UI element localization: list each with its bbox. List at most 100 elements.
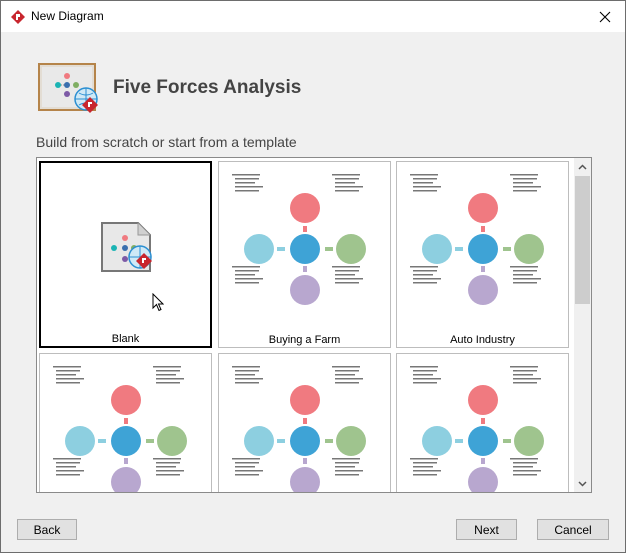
diagram-type-title: Five Forces Analysis xyxy=(113,77,302,98)
text-line xyxy=(156,374,176,376)
window-title: New Diagram xyxy=(31,9,104,23)
text-line xyxy=(413,374,433,376)
text-line xyxy=(513,378,541,380)
text-line xyxy=(156,474,180,476)
text-line xyxy=(335,374,355,376)
text-line xyxy=(513,270,537,272)
text-line xyxy=(235,378,263,380)
text-line xyxy=(513,474,537,476)
text-line xyxy=(513,370,537,372)
text-line xyxy=(56,382,80,384)
text-line xyxy=(232,174,260,176)
text-line xyxy=(510,266,538,268)
text-line xyxy=(332,174,360,176)
text-line xyxy=(335,370,359,372)
text-line xyxy=(513,466,533,468)
text-line xyxy=(56,474,80,476)
force-node-left xyxy=(422,426,452,456)
five-forces-thumbnail xyxy=(232,174,366,305)
text-line xyxy=(410,266,438,268)
vertical-scrollbar[interactable] xyxy=(574,158,591,492)
text-line xyxy=(153,366,181,368)
text-line xyxy=(335,182,355,184)
text-line xyxy=(335,378,363,380)
text-line xyxy=(413,282,437,284)
text-line xyxy=(335,278,363,280)
text-line xyxy=(413,278,441,280)
text-line xyxy=(335,462,359,464)
text-line xyxy=(156,370,180,372)
scroll-up-button[interactable] xyxy=(574,158,591,175)
force-node-bottom xyxy=(290,467,320,492)
new-diagram-dialog: New Diagram Five Forces Analysis Build f… xyxy=(0,0,626,553)
text-line xyxy=(410,366,438,368)
text-line xyxy=(513,186,541,188)
close-icon xyxy=(599,11,611,22)
visual-paradigm-logo-icon xyxy=(11,10,25,24)
text-line xyxy=(335,274,355,276)
blank-diagram-icon xyxy=(101,222,152,272)
template-tile-auto-industry[interactable]: Auto Industry xyxy=(396,161,569,348)
text-line xyxy=(513,470,541,472)
five-forces-thumbnail xyxy=(53,366,187,492)
back-button[interactable]: Back xyxy=(17,519,77,540)
text-line xyxy=(156,466,176,468)
text-line xyxy=(56,374,76,376)
template-tile-buying-a-farm[interactable]: Buying a Farm xyxy=(218,161,391,348)
text-line xyxy=(235,186,263,188)
text-line xyxy=(156,462,180,464)
text-line xyxy=(410,458,438,460)
text-line xyxy=(335,282,359,284)
force-node-right xyxy=(514,426,544,456)
next-button[interactable]: Next xyxy=(456,519,517,540)
template-tile-6[interactable] xyxy=(396,353,569,492)
five-forces-thumbnail xyxy=(410,174,544,305)
force-node-center xyxy=(111,426,141,456)
text-line xyxy=(510,174,538,176)
five-forces-diagram-icon xyxy=(38,63,98,113)
template-tile-blank[interactable]: Blank xyxy=(39,161,212,348)
text-line xyxy=(232,366,260,368)
force-node-center xyxy=(290,426,320,456)
scroll-down-button[interactable] xyxy=(574,475,591,492)
force-node-bottom xyxy=(290,275,320,305)
text-line xyxy=(235,470,263,472)
force-node-left xyxy=(422,234,452,264)
force-node-top xyxy=(290,385,320,415)
text-line xyxy=(235,270,259,272)
template-tile-4[interactable] xyxy=(39,353,212,492)
text-line xyxy=(335,470,363,472)
text-line xyxy=(513,282,537,284)
text-line xyxy=(413,178,437,180)
text-line xyxy=(510,458,538,460)
text-line xyxy=(332,266,360,268)
text-line xyxy=(513,178,537,180)
text-line xyxy=(156,378,184,380)
text-line xyxy=(235,274,255,276)
text-line xyxy=(413,462,437,464)
text-line xyxy=(235,278,263,280)
cancel-button[interactable]: Cancel xyxy=(537,519,609,540)
text-line xyxy=(513,190,537,192)
text-line xyxy=(335,474,359,476)
text-line xyxy=(235,282,259,284)
template-tile-5[interactable] xyxy=(218,353,391,492)
title-bar: New Diagram xyxy=(1,1,625,32)
text-line xyxy=(335,178,359,180)
force-node-right xyxy=(157,426,187,456)
five-forces-thumbnail xyxy=(410,366,544,492)
text-line xyxy=(335,382,359,384)
scroll-thumb[interactable] xyxy=(575,176,590,304)
chevron-up-icon xyxy=(578,163,587,170)
close-button[interactable] xyxy=(585,1,625,32)
text-line xyxy=(235,190,259,192)
force-node-bottom xyxy=(468,467,498,492)
text-line xyxy=(513,382,537,384)
text-line xyxy=(413,186,441,188)
force-node-center xyxy=(468,234,498,264)
text-line xyxy=(513,374,533,376)
text-line xyxy=(413,466,433,468)
text-line xyxy=(510,366,538,368)
text-line xyxy=(235,374,255,376)
chevron-down-icon xyxy=(578,480,587,487)
